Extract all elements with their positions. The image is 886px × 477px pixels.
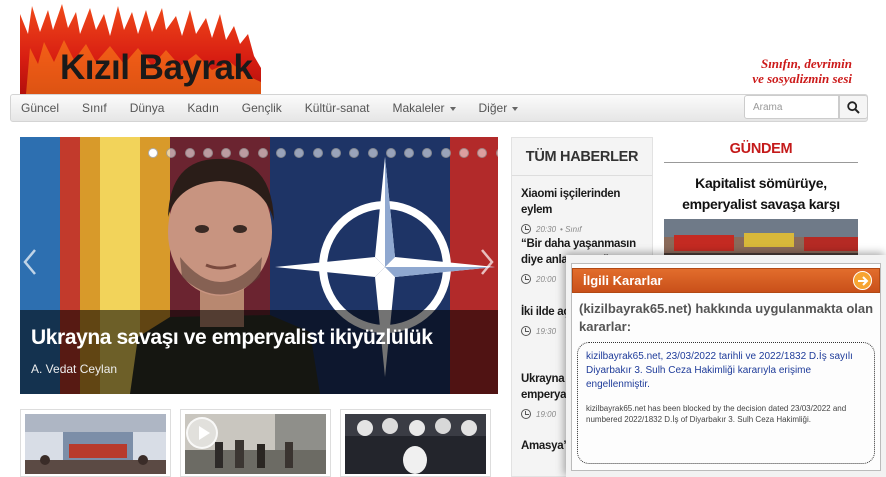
nav-dropdown-diger[interactable]: Diğer — [479, 101, 519, 115]
block-notice-text-en: kizilbayrak65.net has been blocked by th… — [586, 404, 847, 424]
block-notice-text-tr: kizilbayrak65.net, 23/03/2022 tarihli ve… — [586, 351, 853, 390]
news-item-meta: 20:30 • Sınıf — [521, 224, 649, 234]
site-logo[interactable]: Kızıl Bayrak — [20, 4, 261, 94]
news-item-category-label: Sınıf — [565, 224, 582, 234]
nav-item-kultur-sanat[interactable]: Kültür-sanat — [305, 101, 370, 115]
slider-dot[interactable] — [330, 148, 341, 158]
agenda-divider — [664, 162, 858, 163]
nav-dropdown-diger-label: Diğer — [478, 101, 508, 115]
block-notice-decision-box: kizilbayrak65.net, 23/03/2022 tarihli ve… — [577, 342, 875, 464]
caret-down-icon — [449, 106, 456, 111]
search-input[interactable] — [744, 95, 839, 119]
slide-title[interactable]: Ukrayna savaşı ve emperyalist ikiyüzlülü… — [31, 326, 433, 350]
nav-menu: Güncel Sınıf Dünya Kadın Gençlik Kültür-… — [21, 95, 541, 121]
block-notice-panel: İlgili Kararlar (kizilbayrak65.net) hakk… — [571, 263, 881, 471]
arrow-right-circle-icon[interactable] — [853, 271, 872, 290]
block-notice-heading: (kizilbayrak65.net) hakkında uygulanmakt… — [579, 301, 874, 334]
clock-icon — [521, 274, 531, 284]
thumbnail-image — [25, 414, 166, 474]
play-icon[interactable] — [186, 417, 218, 449]
slogan-line-2: ve sosyalizmin sesi — [752, 71, 852, 86]
video-thumbnail[interactable] — [180, 409, 331, 477]
block-notice-title: İlgili Kararlar — [583, 273, 663, 288]
nav-item-kadin[interactable]: Kadın — [187, 101, 218, 115]
news-item-category[interactable]: • Sınıf — [560, 225, 581, 234]
news-item-time: 20:30 — [536, 224, 557, 234]
clock-icon — [521, 224, 531, 234]
news-item-title[interactable]: Xiaomi işçilerinden eylem — [521, 186, 649, 218]
slider-dot[interactable] — [184, 148, 195, 158]
thumbnail-image — [345, 414, 486, 474]
block-notice-titlebar: İlgili Kararlar — [572, 268, 880, 293]
nav-dropdown-makaleler-label: Makaleler — [392, 101, 445, 115]
slider-dot[interactable] — [221, 148, 232, 158]
slogan-line-1: Sınıfın, devrimin — [760, 56, 852, 71]
search-icon — [847, 100, 860, 114]
news-item-time: 19:00 — [536, 409, 557, 419]
slider-dot[interactable] — [495, 148, 498, 158]
nav-item-dunya[interactable]: Dünya — [130, 101, 165, 115]
slider-dot[interactable] — [166, 148, 177, 158]
slider-dot[interactable] — [148, 148, 158, 158]
chevron-right-icon[interactable] — [478, 247, 496, 277]
nav-item-sinif[interactable]: Sınıf — [82, 101, 107, 115]
slider-dot[interactable] — [276, 148, 287, 158]
agenda-heading: GÜNDEM — [729, 141, 793, 157]
slider-dot[interactable] — [202, 148, 213, 158]
slider-dot[interactable] — [477, 148, 488, 158]
slider-dot[interactable] — [367, 148, 378, 158]
news-item-time: 20:00 — [536, 274, 557, 284]
slide-caption: Ukrayna savaşı ve emperyalist ikiyüzlülü… — [20, 310, 498, 394]
nav-dropdown-makaleler[interactable]: Makaleler — [392, 101, 456, 115]
clock-icon — [521, 409, 531, 419]
slider-dot[interactable] — [312, 148, 323, 158]
news-item[interactable]: Xiaomi işçilerinden eylem 20:30 • Sınıf — [521, 186, 649, 234]
slider-dot[interactable] — [294, 148, 305, 158]
slide-author[interactable]: A. Vedat Ceylan — [31, 362, 117, 376]
featured-slider[interactable]: Ukrayna savaşı ve emperyalist ikiyüzlülü… — [20, 137, 498, 394]
slider-dot[interactable] — [440, 148, 451, 158]
article-thumbnail[interactable] — [20, 409, 171, 477]
news-item-time: 19:30 — [536, 326, 557, 336]
slider-dot[interactable] — [239, 148, 250, 158]
slider-dot[interactable] — [257, 148, 268, 158]
all-news-heading: TÜM HABERLER — [512, 138, 652, 176]
slider-dot[interactable] — [422, 148, 433, 158]
slider-dot[interactable] — [349, 148, 360, 158]
slider-dot[interactable] — [404, 148, 415, 158]
nav-item-guncel[interactable]: Güncel — [21, 101, 59, 115]
search-button[interactable] — [839, 95, 868, 119]
logo-text: Kızıl Bayrak — [60, 48, 253, 87]
main-navbar: Güncel Sınıf Dünya Kadın Gençlik Kültür-… — [10, 94, 868, 122]
clock-icon — [521, 326, 531, 336]
site-header: Kızıl Bayrak Sınıfın, devrimin ve sosyal… — [0, 0, 886, 94]
slider-dot[interactable] — [459, 148, 470, 158]
article-thumbnail[interactable] — [340, 409, 491, 477]
chevron-left-icon[interactable] — [21, 247, 39, 277]
slider-pagination — [148, 148, 498, 158]
nav-item-genclik[interactable]: Gençlik — [242, 101, 282, 115]
site-slogan: Sınıfın, devrimin ve sosyalizmin sesi — [752, 56, 852, 86]
caret-down-icon — [512, 106, 519, 111]
slider-dot[interactable] — [385, 148, 396, 158]
